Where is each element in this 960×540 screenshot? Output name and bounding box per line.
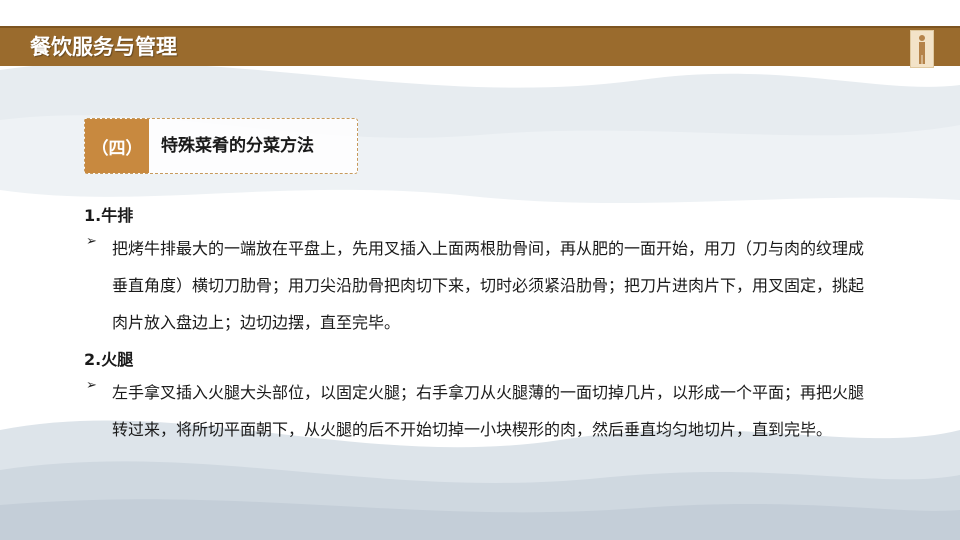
item-heading: 1.牛排 [84, 206, 134, 225]
header-bar: 餐饮服务与管理 [0, 26, 960, 68]
item-text: 把烤牛排最大的一端放在平盘上，先用叉插入上面两根肋骨间，再从肥的一面开始，用刀（… [112, 239, 865, 332]
page-title: 餐饮服务与管理 [30, 35, 177, 59]
item-heading: 2.火腿 [84, 350, 134, 369]
arrow-bullet-icon: ➢ [86, 378, 97, 393]
item-body: ➢ 左手拿叉插入火腿大头部位，以固定火腿；右手拿刀从火腿薄的一面切掉几片，以形成… [86, 374, 866, 448]
figure-logo-icon [910, 30, 934, 68]
section-title: 特殊菜肴的分菜方法 [161, 136, 314, 156]
section-header: （四） 特殊菜肴的分菜方法 [84, 118, 358, 174]
section-number: （四） [85, 119, 149, 173]
arrow-bullet-icon: ➢ [86, 234, 97, 249]
item-text: 左手拿叉插入火腿大头部位，以固定火腿；右手拿刀从火腿薄的一面切掉几片，以形成一个… [112, 383, 865, 439]
item-body: ➢ 把烤牛排最大的一端放在平盘上，先用叉插入上面两根肋骨间，再从肥的一面开始，用… [86, 230, 866, 341]
